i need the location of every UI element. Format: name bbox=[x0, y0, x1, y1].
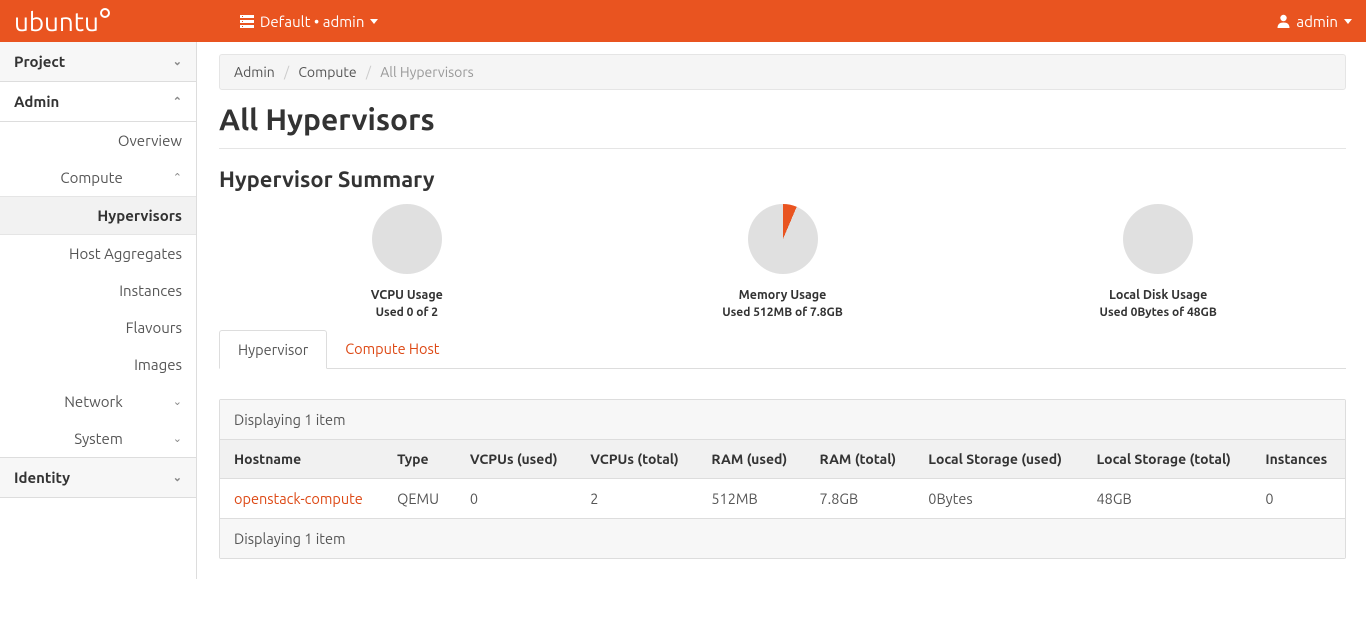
user-icon bbox=[1277, 14, 1290, 28]
sidebar-label: Project bbox=[14, 53, 65, 70]
sidebar-label: Network bbox=[64, 393, 123, 410]
sidebar: Project ⌄ Admin ⌃ Overview Compute ⌃ Hyp… bbox=[0, 42, 197, 579]
chevron-down-icon: ⌄ bbox=[173, 55, 182, 68]
cell-ls-used: 0Bytes bbox=[914, 479, 1082, 519]
breadcrumb-separator: / bbox=[284, 64, 289, 80]
chevron-up-icon: ⌃ bbox=[173, 171, 182, 184]
logo[interactable]: ubuntu bbox=[14, 7, 110, 36]
sidebar-item-hypervisors[interactable]: Hypervisors bbox=[0, 196, 196, 235]
page-title: All Hypervisors bbox=[219, 102, 1346, 136]
col-ls-total[interactable]: Local Storage (total) bbox=[1082, 440, 1251, 479]
sidebar-group-identity[interactable]: Identity ⌄ bbox=[0, 457, 196, 498]
sidebar-item-instances[interactable]: Instances bbox=[0, 272, 196, 309]
sidebar-group-admin[interactable]: Admin ⌃ bbox=[0, 82, 196, 122]
sidebar-item-host-aggregates[interactable]: Host Aggregates bbox=[0, 235, 196, 272]
project-selector[interactable]: Default • admin bbox=[240, 13, 379, 30]
cell-ls-total: 48GB bbox=[1082, 479, 1251, 519]
tabs: Hypervisor Compute Host bbox=[219, 329, 1346, 369]
chart-subtitle: Used 0 of 2 bbox=[376, 306, 438, 319]
chevron-down-icon bbox=[1344, 19, 1352, 24]
hypervisor-table: Hostname Type VCPUs (used) VCPUs (total)… bbox=[220, 440, 1345, 518]
chevron-down-icon bbox=[370, 19, 378, 24]
logo-text: ubuntu bbox=[14, 7, 99, 36]
summary-title: Hypervisor Summary bbox=[219, 167, 1346, 192]
cell-hostname[interactable]: openstack-compute bbox=[220, 479, 383, 519]
table-caption: Displaying 1 item bbox=[220, 400, 1345, 440]
col-ram-used[interactable]: RAM (used) bbox=[697, 440, 805, 479]
user-label: admin bbox=[1296, 13, 1338, 30]
user-menu[interactable]: admin bbox=[1277, 13, 1352, 30]
pie-chart-icon bbox=[372, 204, 442, 274]
main-content: Admin / Compute / All Hypervisors All Hy… bbox=[197, 42, 1366, 579]
col-ram-total[interactable]: RAM (total) bbox=[805, 440, 914, 479]
breadcrumb-item[interactable]: Compute bbox=[298, 64, 356, 80]
cell-ram-used: 512MB bbox=[697, 479, 805, 519]
breadcrumb-item[interactable]: Admin bbox=[234, 64, 275, 80]
col-ls-used[interactable]: Local Storage (used) bbox=[914, 440, 1082, 479]
chart-subtitle: Used 0Bytes of 48GB bbox=[1100, 306, 1217, 319]
table-wrap: Displaying 1 item Hostname Type VCPUs (u… bbox=[219, 399, 1346, 559]
chart-title: Local Disk Usage bbox=[1109, 288, 1207, 302]
sidebar-label: Compute bbox=[60, 169, 122, 186]
col-type[interactable]: Type bbox=[383, 440, 456, 479]
grid-icon bbox=[240, 15, 254, 28]
chart-vcpu: VCPU Usage Used 0 of 2 bbox=[219, 204, 595, 319]
chart-memory: Memory Usage Used 512MB of 7.8GB bbox=[595, 204, 971, 319]
chart-subtitle: Used 512MB of 7.8GB bbox=[722, 306, 843, 319]
sidebar-item-flavours[interactable]: Flavours bbox=[0, 309, 196, 346]
sidebar-item-images[interactable]: Images bbox=[0, 346, 196, 383]
col-vcpus-total[interactable]: VCPUs (total) bbox=[576, 440, 697, 479]
charts-row: VCPU Usage Used 0 of 2 Memory Usage Used… bbox=[219, 204, 1346, 319]
pie-chart-icon bbox=[748, 204, 818, 274]
col-instances[interactable]: Instances bbox=[1251, 440, 1345, 479]
cell-vcpus-used: 0 bbox=[456, 479, 576, 519]
sidebar-item-overview[interactable]: Overview bbox=[0, 122, 196, 159]
breadcrumb-current: All Hypervisors bbox=[380, 64, 474, 80]
table-row: openstack-compute QEMU 0 2 512MB 7.8GB 0… bbox=[220, 479, 1345, 519]
sidebar-item-system[interactable]: System ⌄ bbox=[0, 420, 196, 457]
col-vcpus-used[interactable]: VCPUs (used) bbox=[456, 440, 576, 479]
chevron-down-icon: ⌄ bbox=[173, 471, 182, 484]
col-hostname[interactable]: Hostname bbox=[220, 440, 383, 479]
chevron-up-icon: ⌃ bbox=[173, 95, 182, 108]
chart-title: VCPU Usage bbox=[371, 288, 443, 302]
cell-ram-total: 7.8GB bbox=[805, 479, 914, 519]
tab-hypervisor[interactable]: Hypervisor bbox=[219, 330, 327, 369]
cell-type: QEMU bbox=[383, 479, 456, 519]
chevron-down-icon: ⌄ bbox=[173, 432, 182, 445]
sidebar-item-compute[interactable]: Compute ⌃ bbox=[0, 159, 196, 196]
sidebar-label: Identity bbox=[14, 469, 70, 486]
cell-instances: 0 bbox=[1251, 479, 1345, 519]
cell-vcpus-total: 2 bbox=[576, 479, 697, 519]
table-header-row: Hostname Type VCPUs (used) VCPUs (total)… bbox=[220, 440, 1345, 479]
breadcrumb: Admin / Compute / All Hypervisors bbox=[219, 54, 1346, 90]
pie-chart-icon bbox=[1123, 204, 1193, 274]
breadcrumb-separator: / bbox=[366, 64, 371, 80]
sidebar-item-network[interactable]: Network ⌄ bbox=[0, 383, 196, 420]
sidebar-label: Admin bbox=[14, 93, 59, 110]
chevron-down-icon: ⌄ bbox=[173, 395, 182, 408]
chart-disk: Local Disk Usage Used 0Bytes of 48GB bbox=[970, 204, 1346, 319]
sidebar-group-project[interactable]: Project ⌄ bbox=[0, 42, 196, 82]
tab-compute-host[interactable]: Compute Host bbox=[327, 330, 457, 369]
top-bar: ubuntu Default • admin admin bbox=[0, 0, 1366, 42]
table-footer: Displaying 1 item bbox=[220, 518, 1345, 558]
chart-title: Memory Usage bbox=[739, 288, 827, 302]
project-selector-label: Default • admin bbox=[260, 13, 365, 30]
divider bbox=[219, 148, 1346, 149]
logo-circle-icon bbox=[100, 8, 110, 18]
sidebar-label: System bbox=[74, 430, 123, 447]
